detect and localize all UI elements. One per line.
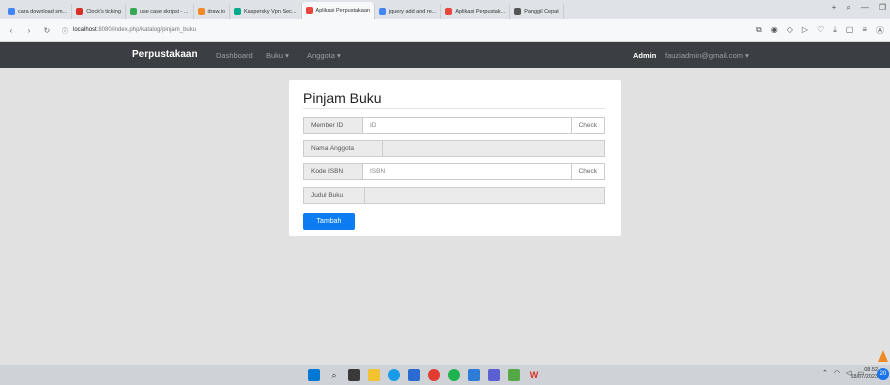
- profile-icon[interactable]: Ⓐ: [876, 25, 884, 36]
- pen-icon[interactable]: [878, 350, 888, 362]
- browser-tabstrip: cara download sm... Clock's ticking use ca…: [0, 0, 890, 19]
- clock-time: 08.52: [864, 367, 878, 373]
- url-host: localhost: [73, 27, 97, 33]
- url-field[interactable]: ⓘ localhost :8080/index.php/katalog/pinj…: [62, 26, 196, 35]
- browser-tab[interactable]: jquery add and re...: [375, 4, 442, 19]
- kode-isbn-group: Kode ISBN ISBN Check: [303, 163, 605, 180]
- tab-label: Clock's ticking: [86, 8, 121, 15]
- search-icon[interactable]: ⌕: [846, 3, 850, 13]
- browser-tab[interactable]: Aplikasi Perpustak...: [441, 4, 511, 19]
- tab-favicon-icon: [76, 8, 84, 15]
- url-path: :8080/index.php/katalog/pinjam_buku: [96, 27, 197, 33]
- menu-icon[interactable]: ≡: [862, 25, 867, 36]
- window-controls: + ⌕ — ❐: [832, 3, 886, 13]
- tab-favicon-icon: [445, 8, 453, 15]
- tab-label: Kaspersky Vpn Sec...: [243, 8, 297, 15]
- heart-icon[interactable]: ♡: [817, 25, 824, 36]
- mail-icon[interactable]: [408, 369, 420, 381]
- opera-icon[interactable]: [428, 369, 440, 381]
- reload-icon[interactable]: ↻: [40, 26, 54, 35]
- tab-label: cara download sm...: [18, 8, 68, 15]
- chevron-up-icon[interactable]: ⌃: [822, 369, 828, 377]
- tab-favicon-icon: [8, 8, 15, 15]
- isbn-input[interactable]: ISBN: [363, 163, 572, 180]
- tab-favicon-icon: [514, 8, 522, 15]
- tab-favicon-icon: [233, 8, 241, 15]
- windows-start-icon[interactable]: [308, 369, 320, 381]
- nama-anggota-field: [383, 140, 605, 157]
- shield-icon[interactable]: ◇: [787, 25, 793, 36]
- browser-tab[interactable]: Aplikasi Perpustakaan: [301, 2, 375, 19]
- tab-label: Aplikasi Perpustak...: [455, 8, 506, 15]
- nav-dashboard[interactable]: Dashboard: [216, 51, 253, 60]
- nav-admin[interactable]: Admin: [633, 51, 656, 60]
- browser-tab[interactable]: cara download sm...: [4, 4, 73, 19]
- box-icon[interactable]: ▢: [846, 25, 854, 36]
- tab-label: Panggil Cepat: [524, 8, 559, 15]
- app-icon[interactable]: [508, 369, 520, 381]
- browser-tab[interactable]: Panggil Cepat: [510, 4, 564, 19]
- tab-label: use case skripsi - ...: [139, 8, 189, 15]
- back-icon[interactable]: ‹: [4, 26, 18, 35]
- minimize-icon[interactable]: —: [861, 3, 869, 13]
- tab-favicon-icon: [378, 8, 386, 15]
- pinjam-buku-card: Pinjam Buku Member ID ID Check Nama Angg…: [289, 80, 621, 236]
- tab-label: draw.io: [207, 8, 225, 15]
- file-explorer-icon[interactable]: [368, 369, 380, 381]
- vscode-icon[interactable]: [468, 369, 480, 381]
- clock-date: 18/07/2023: [850, 374, 878, 380]
- nama-anggota-group: Nama Anggota: [303, 140, 605, 157]
- address-icons: ⧉ ◉ ◇ ▷ ♡ ⤓ ▢ ≡ Ⓐ: [756, 25, 884, 36]
- app-navbar: Perpustakaan Dashboard Buku ▾ Anggota ▾ …: [0, 42, 890, 68]
- browser-tab[interactable]: Clock's ticking: [72, 4, 126, 19]
- member-id-input[interactable]: ID: [363, 117, 572, 134]
- tab-label: jquery add and re...: [388, 8, 437, 15]
- browser-tab[interactable]: draw.io: [194, 4, 230, 19]
- forward-icon[interactable]: ›: [22, 26, 36, 35]
- browser-tab[interactable]: use case skripsi - ...: [126, 4, 194, 19]
- teams-icon[interactable]: [488, 369, 500, 381]
- new-tab-icon[interactable]: +: [832, 3, 837, 13]
- taskbar: ⌕ W ⌃ ◠ ◁ ▭ 08.52 18/07/2023: [0, 365, 890, 385]
- tab-favicon-icon: [197, 8, 205, 15]
- page-title: Pinjam Buku: [303, 90, 382, 106]
- judul-buku-field: [365, 187, 605, 204]
- edge-icon[interactable]: [388, 369, 400, 381]
- wifi-icon[interactable]: ◠: [834, 369, 840, 377]
- browser-tab[interactable]: Kaspersky Vpn Sec...: [230, 4, 302, 19]
- search-icon[interactable]: ⌕: [328, 369, 340, 381]
- kode-isbn-label: Kode ISBN: [303, 163, 363, 180]
- play-icon[interactable]: ▷: [802, 25, 808, 36]
- tab-favicon-icon: [305, 7, 313, 14]
- download-icon[interactable]: ⤓: [833, 25, 837, 36]
- tab-label: Aplikasi Perpustakaan: [315, 7, 370, 14]
- brand-link[interactable]: Perpustakaan: [132, 49, 198, 60]
- screenshot-icon[interactable]: ⧉: [756, 25, 762, 36]
- divider: [303, 108, 605, 109]
- spotify-icon[interactable]: [448, 369, 460, 381]
- nama-anggota-label: Nama Anggota: [303, 140, 383, 157]
- camera-icon[interactable]: ◉: [771, 25, 778, 36]
- tab-favicon-icon: [129, 8, 137, 15]
- member-id-label: Member ID: [303, 117, 363, 134]
- address-bar: ‹ › ↻ ⓘ localhost :8080/index.php/katalo…: [0, 19, 890, 42]
- nav-buku-dropdown[interactable]: Buku ▾: [266, 51, 289, 60]
- tab-list: cara download sm... Clock's ticking use ca…: [0, 0, 564, 19]
- task-view-icon[interactable]: [348, 369, 360, 381]
- wps-icon[interactable]: W: [528, 369, 540, 381]
- nav-anggota-dropdown[interactable]: Anggota ▾: [307, 51, 341, 60]
- notification-badge[interactable]: 20: [877, 368, 889, 380]
- member-id-group: Member ID ID Check: [303, 117, 605, 134]
- check-member-button[interactable]: Check: [571, 117, 605, 134]
- nav-user-email-dropdown[interactable]: fauziadmin@gmail.com ▾: [665, 51, 749, 60]
- judul-buku-label: Judul Buku: [303, 187, 365, 204]
- clock[interactable]: 08.52 18/07/2023: [850, 367, 878, 381]
- restore-icon[interactable]: ❐: [879, 3, 886, 13]
- judul-buku-group: Judul Buku: [303, 187, 605, 204]
- tambah-button[interactable]: Tambah: [303, 213, 355, 230]
- site-info-icon[interactable]: ⓘ: [62, 26, 68, 35]
- check-isbn-button[interactable]: Check: [571, 163, 605, 180]
